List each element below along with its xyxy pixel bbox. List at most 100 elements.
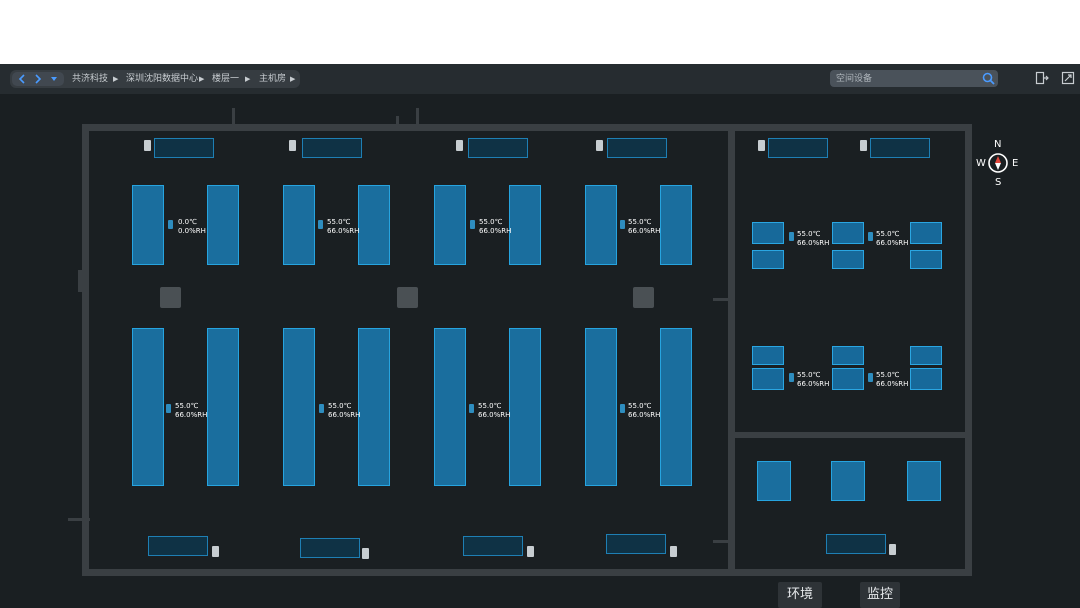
sensor-temperature: 55.0℃ bbox=[479, 218, 503, 226]
sensor-icon bbox=[319, 404, 324, 413]
distribution-cabinet[interactable] bbox=[757, 461, 791, 501]
rack-column[interactable] bbox=[509, 185, 541, 265]
precision-ac-unit[interactable] bbox=[302, 138, 362, 158]
cooling-module[interactable] bbox=[910, 368, 942, 390]
sensor-icon bbox=[470, 220, 475, 229]
sensor-temperature: 55.0℃ bbox=[328, 402, 352, 410]
sensor-icon bbox=[620, 220, 625, 229]
search-icon[interactable] bbox=[981, 71, 996, 86]
sensor-temperature: 55.0℃ bbox=[628, 402, 652, 410]
sensor-humidity: 66.0%RH bbox=[628, 227, 661, 235]
sensor-temperature: 55.0℃ bbox=[797, 230, 821, 238]
precision-ac-unit[interactable] bbox=[607, 138, 667, 158]
precision-ac-unit[interactable] bbox=[870, 138, 930, 158]
fullscreen-icon[interactable] bbox=[1060, 70, 1076, 86]
history-menu-button[interactable] bbox=[46, 72, 62, 86]
cooling-module[interactable] bbox=[752, 250, 784, 269]
breadcrumb-item-company[interactable]: 共济科技 bbox=[72, 72, 108, 86]
cooling-module[interactable] bbox=[752, 346, 784, 365]
forward-button[interactable] bbox=[30, 72, 46, 86]
ac-tag-icon bbox=[860, 140, 867, 151]
cooling-module[interactable] bbox=[910, 250, 942, 269]
sensor-humidity: 66.0%RH bbox=[327, 227, 360, 235]
ac-tag-icon bbox=[889, 544, 896, 555]
cooling-module[interactable] bbox=[910, 222, 942, 244]
sensor-icon bbox=[168, 220, 173, 229]
breadcrumb-bar: 共济科技 ▶ 深圳沈阳数据中心 ▶ 楼层一 ▶ 主机房 ▶ bbox=[10, 70, 300, 88]
sensor-humidity: 66.0%RH bbox=[479, 227, 512, 235]
structural-pillar bbox=[633, 287, 654, 308]
sensor-humidity: 66.0%RH bbox=[876, 239, 909, 247]
search-input[interactable] bbox=[830, 70, 980, 87]
monitor-button[interactable]: 监控 bbox=[860, 582, 900, 608]
cooling-module[interactable] bbox=[752, 222, 784, 244]
rack-column[interactable] bbox=[509, 328, 541, 486]
precision-ac-unit[interactable] bbox=[154, 138, 214, 158]
sensor-temperature: 55.0℃ bbox=[478, 402, 502, 410]
sensor-icon bbox=[318, 220, 323, 229]
door-mark bbox=[232, 108, 235, 130]
rack-column[interactable] bbox=[660, 328, 692, 486]
sensor-humidity: 0.0%RH bbox=[178, 227, 206, 235]
sensor-humidity: 66.0%RH bbox=[628, 411, 661, 419]
sensor-temperature: 55.0℃ bbox=[175, 402, 199, 410]
cooling-module[interactable] bbox=[832, 250, 864, 269]
partition-wall bbox=[728, 124, 735, 576]
precision-ac-unit[interactable] bbox=[468, 138, 528, 158]
nav-button-group bbox=[12, 72, 64, 86]
breadcrumb-item-floor[interactable]: 楼层一 bbox=[212, 72, 239, 86]
search-box bbox=[830, 70, 998, 87]
cooling-module[interactable] bbox=[832, 346, 864, 365]
cooling-module[interactable] bbox=[910, 346, 942, 365]
breadcrumb-separator-icon: ▶ bbox=[113, 75, 119, 83]
precision-ac-unit[interactable] bbox=[768, 138, 828, 158]
rack-column[interactable] bbox=[132, 328, 164, 486]
precision-ac-unit[interactable] bbox=[606, 534, 666, 554]
precision-ac-unit[interactable] bbox=[148, 536, 208, 556]
compass: N S W E bbox=[974, 140, 1022, 188]
rack-column[interactable] bbox=[434, 328, 466, 486]
sensor-humidity: 66.0%RH bbox=[876, 380, 909, 388]
rack-column[interactable] bbox=[358, 185, 390, 265]
sensor-icon bbox=[620, 404, 625, 413]
rack-column[interactable] bbox=[207, 185, 239, 265]
partition-wall bbox=[735, 432, 967, 438]
rack-column[interactable] bbox=[132, 185, 164, 265]
rack-column[interactable] bbox=[585, 185, 617, 265]
distribution-cabinet[interactable] bbox=[907, 461, 941, 501]
rack-column[interactable] bbox=[358, 328, 390, 486]
back-button[interactable] bbox=[14, 72, 30, 86]
exit-icon[interactable] bbox=[1034, 70, 1050, 86]
precision-ac-unit[interactable] bbox=[826, 534, 886, 554]
sensor-temperature: 55.0℃ bbox=[876, 230, 900, 238]
precision-ac-unit[interactable] bbox=[463, 536, 523, 556]
rack-column[interactable] bbox=[660, 185, 692, 265]
rack-column[interactable] bbox=[585, 328, 617, 486]
environment-button[interactable]: 环境 bbox=[778, 582, 822, 608]
top-bar: 共济科技 ▶ 深圳沈阳数据中心 ▶ 楼层一 ▶ 主机房 ▶ bbox=[0, 64, 1080, 94]
rack-column[interactable] bbox=[283, 328, 315, 486]
ac-tag-icon bbox=[289, 140, 296, 151]
distribution-cabinet[interactable] bbox=[831, 461, 865, 501]
cooling-module[interactable] bbox=[832, 368, 864, 390]
rack-column[interactable] bbox=[434, 185, 466, 265]
rack-column[interactable] bbox=[207, 328, 239, 486]
sensor-icon bbox=[868, 232, 873, 241]
sensor-temperature: 55.0℃ bbox=[327, 218, 351, 226]
ac-tag-icon bbox=[362, 548, 369, 559]
breadcrumb-separator-icon: ▶ bbox=[290, 75, 296, 83]
door-mark bbox=[713, 540, 735, 543]
caret-down-icon bbox=[51, 77, 57, 81]
breadcrumb-item-room[interactable]: 主机房 bbox=[259, 72, 286, 86]
door-mark bbox=[396, 116, 399, 130]
ac-tag-icon bbox=[456, 140, 463, 151]
rack-column[interactable] bbox=[283, 185, 315, 265]
precision-ac-unit[interactable] bbox=[300, 538, 360, 558]
sensor-icon bbox=[789, 373, 794, 382]
compass-west: W bbox=[976, 158, 986, 169]
cooling-module[interactable] bbox=[752, 368, 784, 390]
ac-tag-icon bbox=[758, 140, 765, 151]
breadcrumb-item-datacenter[interactable]: 深圳沈阳数据中心 bbox=[126, 72, 198, 86]
chevron-right-icon bbox=[35, 74, 42, 84]
cooling-module[interactable] bbox=[832, 222, 864, 244]
